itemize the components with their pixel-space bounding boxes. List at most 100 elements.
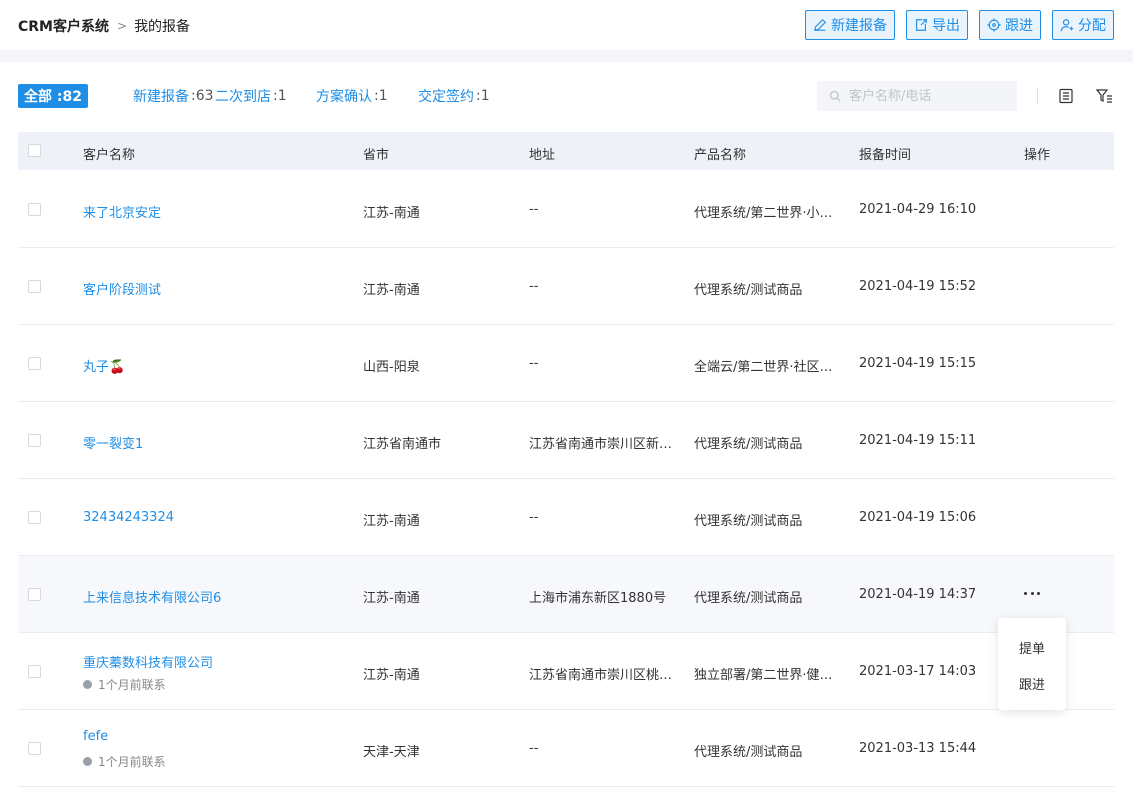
table-row[interactable]: 重庆蓁数科技有限公司 1个月前联系 江苏-南通 江苏省南通市崇川区桃园路 独立部… <box>18 633 1114 710</box>
last-contact-text: 1个月前联系 <box>98 678 166 692</box>
toolbar: 新建报备 导出 跟进 分配 <box>805 10 1114 40</box>
product-cell: 独立部署/第二世界·健身房 <box>694 668 839 683</box>
row-checkbox[interactable] <box>28 434 41 447</box>
export-label: 导出 <box>932 18 960 34</box>
table-row[interactable]: 客户阶段测试 江苏-南通 -- 代理系统/测试商品 2021-04-19 15:… <box>18 248 1114 325</box>
filter-tab-deposit-sign[interactable]: 交定签约:1 <box>418 84 490 108</box>
report-time-cell: 2021-04-19 15:15 <box>859 356 977 371</box>
row-checkbox[interactable] <box>28 665 41 678</box>
product-cell: 代理系统/测试商品 <box>694 514 803 529</box>
report-time-cell: 2021-04-19 15:06 <box>859 510 977 525</box>
select-all-checkbox[interactable] <box>28 144 41 157</box>
list-columns-icon[interactable] <box>1057 87 1075 105</box>
export-icon <box>916 19 927 31</box>
table-row[interactable]: 32434243324 江苏-南通 -- 代理系统/测试商品 2021-04-1… <box>18 479 1114 556</box>
menu-item-follow-up[interactable]: 跟进 <box>998 674 1066 693</box>
address-cell: -- <box>529 279 539 294</box>
customer-name-link[interactable]: 来了北京安定 <box>83 202 343 221</box>
status-dot-icon <box>83 757 92 766</box>
report-time-cell: 2021-04-19 15:11 <box>859 433 977 448</box>
address-cell: 上海市浦东新区1880号 <box>529 591 667 606</box>
row-checkbox[interactable] <box>28 742 41 755</box>
report-time-cell: 2021-04-19 15:52 <box>859 279 977 294</box>
target-icon <box>987 18 1001 32</box>
search-input[interactable] <box>849 88 1009 104</box>
row-checkbox[interactable] <box>28 511 41 524</box>
table-row[interactable]: fefe 1个月前联系 天津-天津 -- 代理系统/测试商品 2021-03-1… <box>18 710 1114 787</box>
province-cell: 山西-阳泉 <box>363 360 420 375</box>
new-report-label: 新建报备 <box>831 18 887 34</box>
product-cell: 代理系统/测试商品 <box>694 745 803 760</box>
chevron-right-icon: > <box>117 19 128 33</box>
customer-name-link[interactable]: 客户阶段测试 <box>83 279 343 298</box>
col-province: 省市 <box>363 148 390 163</box>
address-cell: -- <box>529 356 539 371</box>
breadcrumb-current: 我的报备 <box>134 19 191 35</box>
filter-funnel-icon[interactable] <box>1095 87 1113 105</box>
last-contact-text: 1个月前联系 <box>98 755 166 769</box>
filter-tab-count: :1 <box>374 88 388 104</box>
table-row[interactable]: 来了北京安定 江苏-南通 -- 代理系统/第二世界·小程序 2021-04-29… <box>18 171 1114 248</box>
address-cell: 江苏省南通市崇川区新城桥 <box>529 437 674 452</box>
address-cell: -- <box>529 741 539 756</box>
customer-name-link[interactable]: fefe <box>83 729 343 744</box>
col-actions: 操作 <box>1024 148 1051 163</box>
col-product: 产品名称 <box>694 148 747 163</box>
filter-tab-count: :1 <box>476 88 490 104</box>
follow-label: 跟进 <box>1005 18 1033 34</box>
province-cell: 江苏-南通 <box>363 668 420 683</box>
customer-name-link[interactable]: 32434243324 <box>83 510 343 525</box>
new-report-button[interactable]: 新建报备 <box>805 10 895 40</box>
province-cell: 江苏-南通 <box>363 514 420 529</box>
province-cell: 江苏-南通 <box>363 591 420 606</box>
assign-button[interactable]: 分配 <box>1052 10 1114 40</box>
report-time-cell: 2021-03-17 14:03 <box>859 664 977 679</box>
customer-name-link[interactable]: 上来信息技术有限公司6 <box>83 587 343 606</box>
filter-tab-label: 新建报备 <box>133 89 189 105</box>
report-time-cell: 2021-04-19 14:37 <box>859 587 977 602</box>
table-row[interactable]: 零一裂变1 江苏省南通市 江苏省南通市崇川区新城桥 代理系统/测试商品 2021… <box>18 402 1114 479</box>
last-contact: 1个月前联系 <box>83 753 166 770</box>
product-cell: 代理系统/第二世界·小程序 <box>694 206 839 221</box>
province-cell: 江苏省南通市 <box>363 437 442 452</box>
filter-tab-label: 交定签约 <box>418 89 474 105</box>
province-cell: 天津-天津 <box>363 745 420 760</box>
last-contact: 1个月前联系 <box>83 676 166 693</box>
search-box <box>817 81 1017 111</box>
filter-tab-plan-confirm[interactable]: 方案确认:1 <box>316 84 388 108</box>
menu-item-submit-order[interactable]: 提单 <box>998 638 1066 657</box>
row-checkbox[interactable] <box>28 588 41 601</box>
report-time-cell: 2021-03-13 15:44 <box>859 741 977 756</box>
report-time-cell: 2021-04-29 16:10 <box>859 202 977 217</box>
customer-name-link[interactable]: 丸子🍒 <box>83 356 343 375</box>
follow-button[interactable]: 跟进 <box>979 10 1041 40</box>
filter-tab-label: 方案确认 <box>316 89 372 105</box>
customer-name-link[interactable]: 零一裂变1 <box>83 433 343 452</box>
row-checkbox[interactable] <box>28 203 41 216</box>
col-customer-name: 客户名称 <box>83 148 136 163</box>
export-button[interactable]: 导出 <box>906 10 968 40</box>
table-header: 客户名称 省市 地址 产品名称 报备时间 操作 <box>18 132 1114 170</box>
status-dot-icon <box>83 680 92 689</box>
address-cell: 江苏省南通市崇川区桃园路 <box>529 668 674 683</box>
filter-tab-new[interactable]: 新建报备:63 <box>133 84 214 108</box>
row-actions-menu: 提单 跟进 <box>998 618 1066 710</box>
table-row[interactable]: 上来信息技术有限公司6 江苏-南通 上海市浦东新区1880号 代理系统/测试商品… <box>18 556 1114 633</box>
more-options-icon[interactable] <box>1024 592 1040 598</box>
row-checkbox[interactable] <box>28 280 41 293</box>
filter-all[interactable]: 全部 :82 <box>18 84 88 108</box>
product-cell: 代理系统/测试商品 <box>694 283 803 298</box>
customer-name-link[interactable]: 重庆蓁数科技有限公司 <box>83 652 343 671</box>
address-cell: -- <box>529 202 539 217</box>
filter-tab-count: :63 <box>191 88 214 104</box>
table-row[interactable]: 丸子🍒 山西-阳泉 -- 全端云/第二世界·社区团购 2021-04-19 15… <box>18 325 1114 402</box>
search-icon <box>829 90 841 102</box>
breadcrumb-root[interactable]: CRM客户系统 <box>18 16 109 36</box>
filter-tab-second-visit[interactable]: 二次到店:1 <box>215 84 287 108</box>
filter-tab-count: :1 <box>273 88 287 104</box>
user-icon <box>1060 19 1074 32</box>
row-checkbox[interactable] <box>28 357 41 370</box>
product-cell: 全端云/第二世界·社区团购 <box>694 360 839 375</box>
col-address: 地址 <box>529 148 556 163</box>
top-bar: CRM客户系统 > 我的报备 新建报备 导出 跟进 分配 <box>0 0 1133 50</box>
